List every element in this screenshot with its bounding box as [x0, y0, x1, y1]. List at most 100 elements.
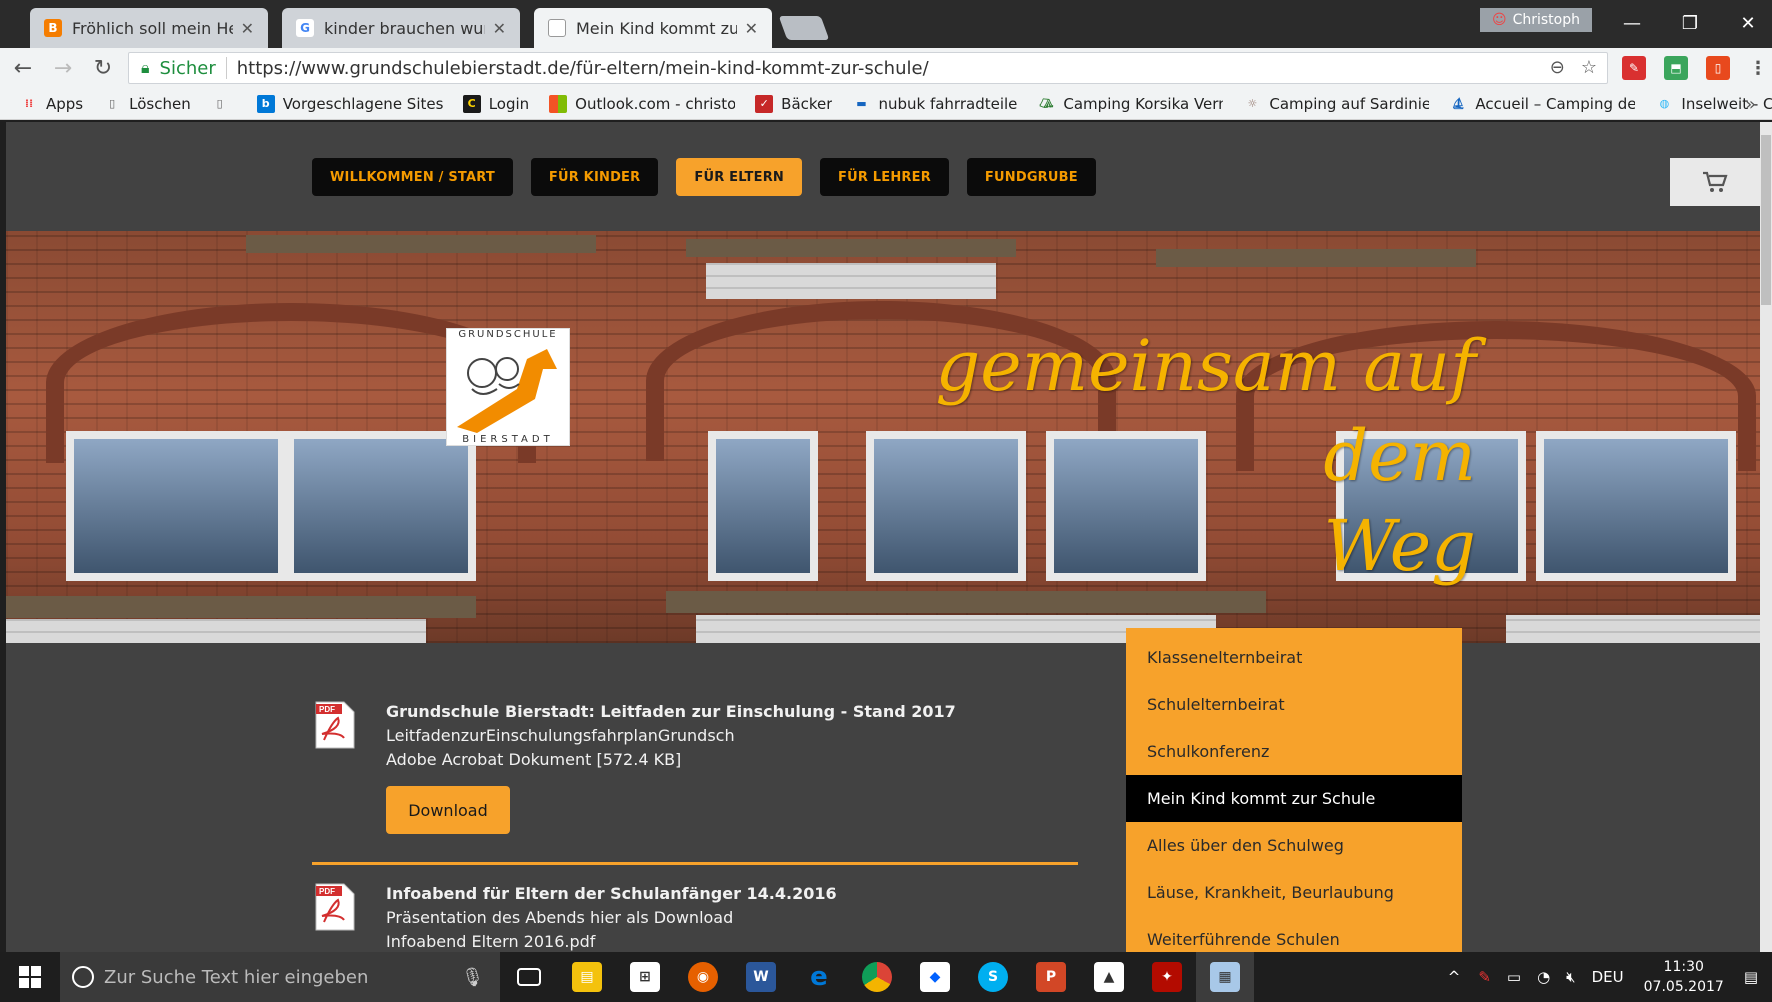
tab-2[interactable]: G kinder brauchen wurzel ✕: [282, 8, 520, 48]
url-text[interactable]: https://www.grundschulebierstadt.de/für-…: [237, 58, 929, 79]
back-button[interactable]: ←: [6, 51, 40, 85]
tab-title: kinder brauchen wurzel: [324, 18, 485, 38]
document-entry: PDF Grundschule Bierstadt: Leitfaden zur…: [312, 700, 1072, 840]
pdf-icon[interactable]: PDF: [312, 882, 358, 932]
acrobat-icon[interactable]: ✦: [1138, 952, 1196, 1002]
toolbar: ← → ↻ 🔒︎ Sicher https://www.grundschuleb…: [0, 48, 1772, 88]
document-title[interactable]: Infoabend für Eltern der Schulanfänger 1…: [386, 882, 1076, 906]
children-arrow-icon: [457, 349, 557, 433]
clock[interactable]: 11:30 07.05.2017: [1644, 957, 1724, 997]
new-tab-button[interactable]: [778, 16, 830, 40]
address-bar[interactable]: 🔒︎ Sicher https://www.grundschulebiersta…: [128, 52, 1608, 84]
profile-button[interactable]: ☺ Christoph: [1480, 8, 1592, 32]
tab-1[interactable]: B Fröhlich soll mein Herze ✕: [30, 8, 268, 48]
cart-icon: [1703, 171, 1728, 192]
sub-nav-mein-kind[interactable]: Mein Kind kommt zur Schule: [1126, 775, 1462, 822]
nav-willkommen[interactable]: WILLKOMMEN / START: [312, 158, 513, 196]
wifi-icon[interactable]: ◔: [1537, 968, 1550, 986]
divider: [312, 862, 1078, 865]
bookmark-nubuk[interactable]: ▬ nubuk fahrradteile: [852, 95, 1017, 113]
nav-fuer-eltern[interactable]: FÜR ELTERN: [676, 158, 802, 196]
bookmark-suggested[interactable]: b Vorgeschlagene Sites: [256, 94, 443, 113]
skype-icon[interactable]: S: [964, 952, 1022, 1002]
bookmark-loeschen[interactable]: ▯ Löschen: [103, 95, 191, 113]
sub-nav-schulweg[interactable]: Alles über den Schulweg: [1126, 822, 1462, 869]
chevron-right-icon[interactable]: »: [1745, 94, 1756, 115]
extension-icon[interactable]: ⬒: [1664, 56, 1688, 80]
sub-nav-klassenelternbeirat[interactable]: Klassenelternbeirat: [1126, 634, 1462, 681]
nav-fuer-kinder[interactable]: FÜR KINDER: [530, 158, 659, 196]
svg-text:PDF: PDF: [319, 887, 335, 896]
windows-icon: [549, 94, 568, 113]
clock-time: 11:30: [1663, 959, 1704, 975]
bookmark-outlook[interactable]: Outlook.com - christo: [549, 94, 735, 113]
document-filename: LeitfadenzurEinschulungsfahrplanGrundsch: [386, 726, 735, 745]
powerpoint-icon[interactable]: P: [1022, 952, 1080, 1002]
notifications-icon[interactable]: ▤: [1744, 968, 1758, 986]
bookmark-apps[interactable]: ⁞⁞ Apps: [20, 95, 83, 113]
acrobat-tray-icon[interactable]: ✎: [1478, 968, 1491, 986]
brick-pattern: [1506, 615, 1760, 643]
close-icon[interactable]: ✕: [493, 19, 506, 38]
bookmark-baecker[interactable]: ✓ Bäcker: [755, 94, 832, 113]
sun-icon: ☼: [1247, 97, 1258, 110]
sub-nav-schulelternbeirat[interactable]: Schulelternbeirat: [1126, 681, 1462, 728]
sub-nav-laeuse[interactable]: Läuse, Krankheit, Beurlaubung: [1126, 869, 1462, 916]
volume-muted-icon[interactable]: 🔇︎: [1566, 968, 1575, 986]
photos-icon[interactable]: ▲: [1080, 952, 1138, 1002]
bookmark-accueil[interactable]: ⛵︎ Accueil – Camping de: [1449, 95, 1635, 113]
minimize-button[interactable]: —: [1606, 6, 1658, 40]
download-button[interactable]: Download: [386, 786, 510, 834]
document-title[interactable]: Grundschule Bierstadt: Leitfaden zur Ein…: [386, 700, 1076, 724]
page-icon: ▯: [216, 97, 223, 110]
sub-nav-schulkonferenz[interactable]: Schulkonferenz: [1126, 728, 1462, 775]
word-icon[interactable]: W: [732, 952, 790, 1002]
chrome-icon[interactable]: [848, 952, 906, 1002]
close-icon[interactable]: ✕: [241, 19, 254, 38]
star-icon[interactable]: ☆: [1581, 57, 1597, 78]
window: [286, 431, 476, 581]
reload-button[interactable]: ↻: [86, 51, 120, 85]
battery-icon[interactable]: ▭: [1507, 968, 1521, 986]
hero-slogan: gemeinsam auf dem Weg: [846, 321, 1476, 591]
sub-nav-weiterfuehrende[interactable]: Weiterführende Schulen: [1126, 916, 1462, 952]
nav-fundgrube[interactable]: FUNDGRUBE: [966, 158, 1096, 196]
microphone-icon[interactable]: 🎙︎: [461, 967, 484, 988]
taskbar-search[interactable]: Zur Suche Text hier eingeben 🎙︎: [60, 952, 500, 1002]
bookmark-sardinien[interactable]: ☼ Camping auf Sardinie: [1243, 95, 1429, 113]
language-indicator[interactable]: DEU: [1592, 968, 1624, 986]
ledge: [246, 235, 596, 253]
bike-icon: ▬: [856, 97, 867, 110]
task-view-icon[interactable]: [500, 952, 558, 1002]
firefox-icon[interactable]: ◉: [674, 952, 732, 1002]
bookmark-login[interactable]: C Login: [462, 94, 529, 113]
profile-name: Christoph: [1512, 12, 1580, 28]
ledge: [686, 239, 1016, 257]
document-type-size: Adobe Acrobat Dokument [572.4 KB]: [386, 750, 682, 769]
tab-3[interactable]: Mein Kind kommt zur Sc ✕: [534, 8, 772, 48]
tab-bar: B Fröhlich soll mein Herze ✕ G kinder br…: [0, 0, 1772, 48]
chevron-up-icon[interactable]: ^: [1448, 968, 1461, 986]
document-meta: Infoabend für Eltern der Schulanfänger 1…: [386, 882, 1076, 952]
start-button[interactable]: [0, 952, 60, 1002]
menu-icon[interactable]: ⋮: [1746, 56, 1770, 80]
nav-fuer-lehrer[interactable]: FÜR LEHRER: [819, 158, 949, 196]
bookmark-blank[interactable]: ▯: [211, 95, 237, 113]
forward-button[interactable]: →: [46, 51, 80, 85]
office-icon[interactable]: ▯: [1706, 56, 1730, 80]
bookmark-korsika[interactable]: ⛺︎ Camping Korsika Vern: [1037, 95, 1223, 113]
file-explorer-icon[interactable]: ▤: [558, 952, 616, 1002]
dropbox-icon[interactable]: ◆: [906, 952, 964, 1002]
restore-button[interactable]: ❐: [1664, 6, 1716, 40]
zoom-icon[interactable]: ⊖: [1550, 57, 1565, 78]
bookmarks-bar: ⁞⁞ Apps ▯ Löschen ▯ b Vorgeschlagene Sites …: [0, 88, 1772, 120]
cart-button[interactable]: [1670, 158, 1760, 206]
store-icon[interactable]: ⊞: [616, 952, 674, 1002]
close-icon[interactable]: ✕: [745, 19, 758, 38]
scrollbar-thumb[interactable]: [1761, 135, 1771, 305]
edge-icon[interactable]: e: [790, 952, 848, 1002]
close-window-button[interactable]: ✕: [1722, 6, 1772, 40]
pdf-icon[interactable]: PDF: [312, 700, 358, 750]
extension-icon[interactable]: ✎: [1622, 56, 1646, 80]
notepad-icon[interactable]: ▦: [1196, 952, 1254, 1002]
